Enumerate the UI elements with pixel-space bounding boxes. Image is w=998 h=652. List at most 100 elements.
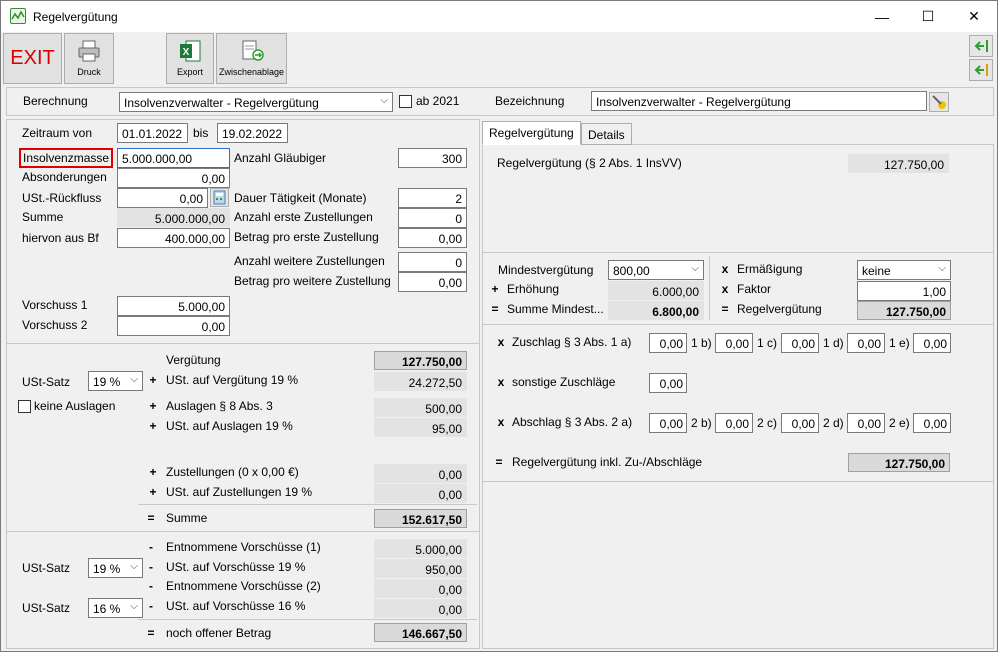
mindest-select[interactable]: 800,00 ⌵ — [608, 260, 704, 280]
ust-verguetung-value: 24.272,50 — [374, 372, 467, 391]
multiply-sign: x — [497, 415, 505, 429]
abschlag-e-input[interactable]: 0,00 — [913, 413, 951, 433]
bezeichnung-label: Bezeichnung — [495, 94, 565, 108]
zuschlag-c-input[interactable]: 0,00 — [781, 333, 819, 353]
ab2021-label: ab 2021 — [416, 94, 460, 108]
hiervon-input[interactable]: 400.000,00 — [117, 228, 230, 248]
export-button[interactable]: X Export — [166, 33, 214, 84]
exit-button[interactable]: EXIT — [3, 33, 62, 84]
zustellungen-label: Zustellungen (0 x 0,00 €) — [166, 465, 299, 479]
right-panel — [482, 144, 994, 649]
close-button[interactable]: ✕ — [951, 1, 997, 32]
arrow-left-second-button[interactable] — [969, 59, 993, 81]
entnommen1-label: Entnommene Vorschüsse (1) — [166, 540, 321, 554]
summe-label: Summe — [22, 210, 64, 224]
print-button[interactable]: Druck — [64, 33, 114, 84]
ust-satz-value: 19 % — [93, 375, 121, 389]
abschlag-c-label: 2 c) — [757, 416, 778, 430]
mindest-label: Mindestvergütung — [498, 263, 594, 277]
ust-zustellungen-label: USt. auf Zustellungen 19 % — [166, 485, 313, 499]
abschlag-e-label: 2 e) — [889, 416, 910, 430]
erste-zustellungen-input[interactable]: 0 — [398, 208, 467, 228]
maximize-button[interactable]: ☐ — [905, 1, 951, 32]
ust-rueckfluss-label: USt.-Rückfluss — [22, 191, 102, 205]
zeitraum-label: Zeitraum von — [22, 126, 93, 140]
ermaessigung-label: Ermäßigung — [737, 262, 803, 276]
plus-sign: + — [149, 399, 157, 413]
vorschuss2-input[interactable]: 0,00 — [117, 316, 230, 336]
regelverguetung-value: 127.750,00 — [857, 301, 951, 320]
ermaessigung-value: keine — [862, 264, 891, 278]
ust-verguetung-label: USt. auf Vergütung 19 % — [166, 373, 299, 387]
ust-vorschuesse19-label: USt. auf Vorschüsse 19 % — [166, 560, 306, 574]
dauer-input[interactable]: 2 — [398, 188, 467, 208]
weitere-zustellungen-label: Anzahl weitere Zustellungen — [234, 254, 385, 268]
ust-satz1-select[interactable]: 19 % ⌵ — [88, 558, 143, 578]
ust-satz2-select[interactable]: 16 % ⌵ — [88, 598, 143, 618]
zeitraum-bis-input[interactable]: 19.02.2022 — [217, 123, 288, 143]
faktor-input[interactable]: 1,00 — [857, 281, 951, 301]
zuschlag-e-input[interactable]: 0,00 — [913, 333, 951, 353]
ust-satz-select[interactable]: 19 % ⌵ — [88, 371, 143, 391]
betrag-erste-input[interactable]: 0,00 — [398, 228, 467, 248]
ust-vorschuesse16-value: 0,00 — [374, 599, 467, 618]
glaeubiger-input[interactable]: 300 — [398, 148, 467, 168]
export-label: Export — [176, 67, 203, 77]
equals-sign: = — [495, 455, 503, 469]
svg-text:X: X — [183, 47, 190, 58]
minus-sign: - — [149, 599, 153, 613]
zeitraum-von-input[interactable]: 01.01.2022 — [117, 123, 188, 143]
clipboard-button[interactable]: Zwischenablage — [216, 33, 287, 84]
zuschlag-d-label: 1 d) — [823, 336, 844, 350]
sonstige-input[interactable]: 0,00 — [649, 373, 687, 393]
vorschuss2-label: Vorschuss 2 — [22, 318, 88, 332]
ermaessigung-select[interactable]: keine ⌵ — [857, 260, 951, 280]
zuschlag-d-input[interactable]: 0,00 — [847, 333, 885, 353]
insolvenzmasse-input[interactable]: 5.000.000,00 — [117, 148, 230, 168]
plus-sign: + — [491, 282, 499, 296]
auslagen-label: Auslagen § 8 Abs. 3 — [166, 399, 273, 413]
clipboard-icon — [242, 40, 264, 61]
zuschlag-label: Zuschlag § 3 Abs. 1 a) — [512, 335, 632, 349]
equals-sign: = — [491, 302, 499, 316]
chevron-down-icon: ⌵ — [130, 601, 138, 612]
abschlag-label: Abschlag § 3 Abs. 2 a) — [512, 415, 633, 429]
bezeichnung-input[interactable]: Insolvenzverwalter - Regelvergütung — [591, 91, 927, 111]
absonderungen-input[interactable]: 0,00 — [117, 168, 230, 188]
vorschuss1-input[interactable]: 5.000,00 — [117, 296, 230, 316]
berechnung-select[interactable]: Insolvenzverwalter - Regelvergütung ⌵ — [119, 92, 393, 112]
tab-regelverguetung[interactable]: Regelvergütung — [482, 121, 581, 145]
bis-label: bis — [193, 126, 209, 140]
berechnung-label: Berechnung — [23, 94, 88, 108]
edit-button[interactable] — [929, 92, 949, 112]
ust-satz2-value: 16 % — [93, 602, 121, 616]
abschlag-b-input[interactable]: 0,00 — [715, 413, 753, 433]
pencil-icon — [932, 95, 946, 109]
divider — [483, 252, 993, 253]
minimize-button[interactable]: — — [859, 1, 905, 32]
tab-details[interactable]: Details — [581, 123, 632, 145]
exit-label: EXIT — [10, 47, 55, 69]
plus-sign: + — [149, 465, 157, 479]
abschlag-a-input[interactable]: 0,00 — [649, 413, 687, 433]
ust-rueckfluss-input[interactable]: 0,00 — [117, 188, 208, 208]
verguetung-value: 127.750,00 — [374, 351, 467, 370]
multiply-sign: x — [721, 282, 729, 296]
arrow-left-first-button[interactable] — [969, 35, 993, 57]
betrag-weitere-input[interactable]: 0,00 — [398, 272, 467, 292]
weitere-zustellungen-input[interactable]: 0 — [398, 252, 467, 272]
ust-zustellungen-value: 0,00 — [374, 484, 467, 503]
calculation-header: Berechnung Insolvenzverwalter - Regelver… — [6, 87, 994, 116]
window-title: Regelvergütung — [33, 10, 118, 24]
calculator-button[interactable] — [210, 188, 229, 207]
abschlag-d-input[interactable]: 0,00 — [847, 413, 885, 433]
arrow-left-icon — [974, 64, 988, 76]
zuschlag-a-input[interactable]: 0,00 — [649, 333, 687, 353]
keine-auslagen-checkbox[interactable] — [18, 400, 31, 413]
abschlag-c-input[interactable]: 0,00 — [781, 413, 819, 433]
inkl-value: 127.750,00 — [848, 453, 950, 472]
app-icon — [10, 8, 26, 24]
ab2021-checkbox[interactable] — [399, 95, 412, 108]
verguetung-label: Vergütung — [166, 353, 221, 367]
zuschlag-b-input[interactable]: 0,00 — [715, 333, 753, 353]
